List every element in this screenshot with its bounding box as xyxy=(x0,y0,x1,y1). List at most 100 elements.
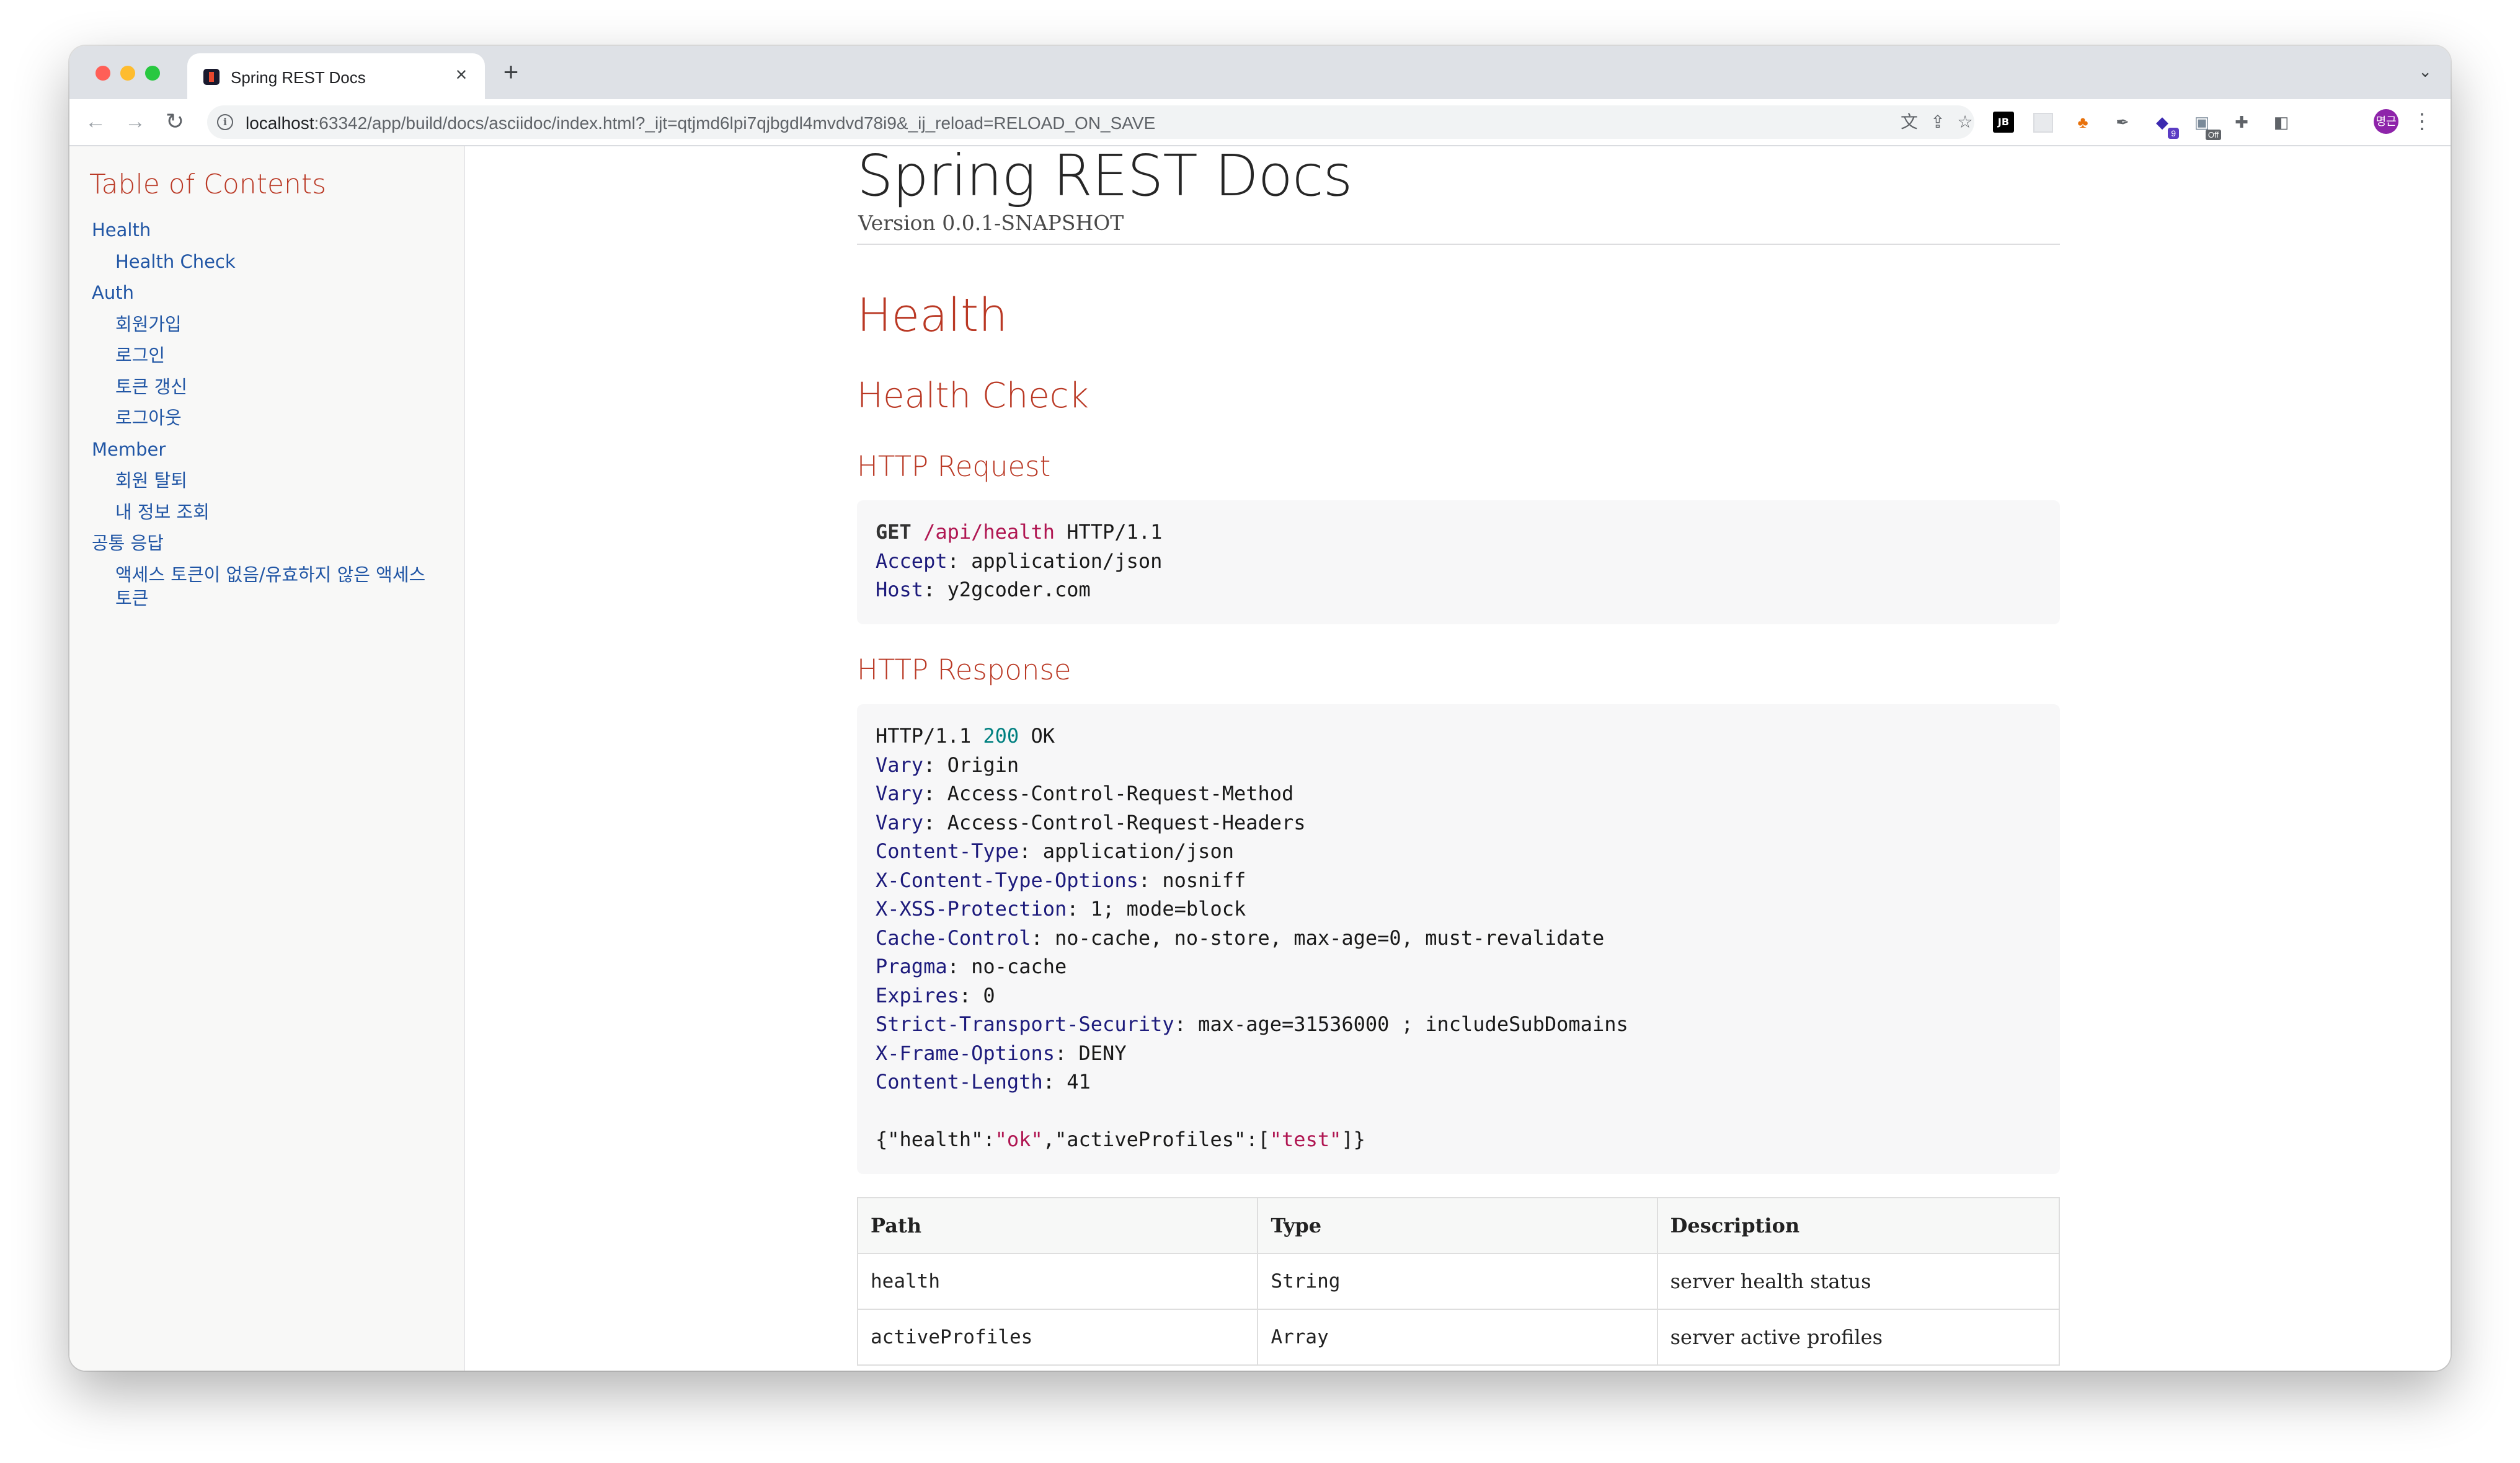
tab-search-chevron-icon[interactable]: ⌄ xyxy=(2418,62,2432,81)
request-path: /api/health xyxy=(923,520,1055,544)
tab-title: Spring REST Docs xyxy=(231,68,366,87)
toc-title: Table of Contents xyxy=(89,169,327,200)
profile-avatar[interactable]: 명근 xyxy=(2374,109,2398,134)
http-response-heading: HTTP Response xyxy=(857,653,1071,686)
toc-link-signup[interactable]: 회원가입 xyxy=(92,309,439,340)
toc-link-logout[interactable]: 로그아웃 xyxy=(92,402,439,434)
code-line: Expires: 0 xyxy=(876,983,995,1007)
color-picker-extension-icon[interactable]: ✒ xyxy=(2112,112,2133,133)
field-description: server active profiles xyxy=(1656,1309,2061,1366)
tab-spring-rest-docs[interactable]: Spring REST Docs × xyxy=(187,53,485,99)
code-line: Pragma: no-cache xyxy=(876,955,1067,978)
url-path: :63342/app/build/docs/asciidoc/index.htm… xyxy=(314,113,1156,133)
reload-icon[interactable]: ↻ xyxy=(162,109,187,134)
toggle-extension-icon[interactable]: ▣ Off xyxy=(2191,112,2221,140)
http-request-heading: HTTP Request xyxy=(857,450,1051,483)
toc-link-common-response[interactable]: 공통 응답 xyxy=(92,528,439,559)
toc-link-login[interactable]: 로그인 xyxy=(92,340,439,371)
close-window-button[interactable] xyxy=(95,66,110,81)
column-header-path: Path xyxy=(856,1197,1259,1254)
header-value: 0 xyxy=(983,983,995,1007)
bookmark-star-icon[interactable]: ☆ xyxy=(1954,112,1976,133)
jetbrains-extension-icon[interactable]: JB xyxy=(1993,112,2014,133)
header-value: no-cache, no-store, max-age=0, must-reva… xyxy=(1054,926,1605,950)
column-header-description: Description xyxy=(1656,1197,2061,1254)
toc-link-health[interactable]: Health xyxy=(92,214,439,246)
header-value: y2gcoder.com xyxy=(947,578,1091,601)
table-header-row: Path Type Description xyxy=(856,1197,2061,1254)
translate-icon[interactable]: 文 xyxy=(1899,112,1920,133)
maximize-window-button[interactable] xyxy=(145,66,160,81)
browser-window: Spring REST Docs × + ⌄ ← → ↻ i localhost… xyxy=(69,46,2451,1371)
subsection-heading-health-check: Health Check xyxy=(857,376,1089,416)
header-value: max-age=31536000 ; includeSubDomains xyxy=(1198,1012,1628,1036)
header-name: Pragma xyxy=(876,955,947,978)
code-line: Host: y2gcoder.com xyxy=(876,578,1091,601)
header-value: application/json xyxy=(971,549,1163,573)
site-info-icon[interactable]: i xyxy=(217,114,233,130)
code-line: X-Content-Type-Options: nosniff xyxy=(876,868,1246,892)
code-line: Accept: application/json xyxy=(876,549,1163,573)
body-fragment: ,"activeProfiles":[ xyxy=(1042,1128,1270,1151)
request-method: GET xyxy=(876,520,912,544)
code-line: HTTP/1.1 200 OK xyxy=(876,722,1628,751)
url-host: localhost xyxy=(246,113,314,133)
field-path: activeProfiles xyxy=(856,1309,1259,1366)
code-line: X-XSS-Protection: 1; mode=block xyxy=(876,897,1246,921)
header-name: Content-Length xyxy=(876,1070,1043,1094)
field-path: health xyxy=(856,1253,1259,1310)
header-name: Strict-Transport-Security xyxy=(876,1012,1174,1036)
request-protocol: HTTP/1.1 xyxy=(1067,520,1163,544)
share-icon[interactable]: ⇪ xyxy=(1927,112,1948,133)
toc-link-member[interactable]: Member xyxy=(92,434,439,466)
side-panel-icon[interactable]: ◧ xyxy=(2271,112,2292,133)
document-title: Spring REST Docs xyxy=(857,143,1352,209)
forward-arrow-icon[interactable]: → xyxy=(123,109,148,134)
toc-link-token-refresh[interactable]: 토큰 갱신 xyxy=(92,371,439,403)
page-content: Table of Contents Health Health Check Au… xyxy=(69,143,2451,1371)
response-status-code: 200 xyxy=(983,724,1019,748)
cube-extension-icon[interactable]: ◆ 9 xyxy=(2152,112,2179,139)
extension-count-badge: 9 xyxy=(2168,128,2179,139)
column-header-type: Type xyxy=(1257,1197,1658,1254)
header-name: Vary xyxy=(876,782,924,805)
extension-off-badge: Off xyxy=(2205,130,2221,140)
header-name: X-Frame-Options xyxy=(876,1041,1055,1065)
header-value: no-cache xyxy=(971,955,1067,978)
toc-link-invalid-access-token[interactable]: 액세스 토큰이 없음/유효하지 않은 액세스 토큰 xyxy=(92,559,439,610)
header-name: Vary xyxy=(876,810,924,834)
puzzle-extensions-icon[interactable]: ✚ xyxy=(2231,112,2252,133)
tab-close-icon[interactable]: × xyxy=(450,62,472,87)
minimize-window-button[interactable] xyxy=(120,66,135,81)
section-heading-health: Health xyxy=(857,289,1008,342)
response-body: {"health":"ok","activeProfiles":["test"]… xyxy=(876,1125,1628,1154)
http-request-code-block: GET /api/health HTTP/1.1 Accept: applica… xyxy=(857,500,2060,624)
sitemap-extension-icon[interactable]: ♣ xyxy=(2072,112,2093,133)
header-value: 41 xyxy=(1067,1070,1091,1094)
code-line: Vary: Origin xyxy=(876,753,1019,777)
field-description: server health status xyxy=(1656,1253,2061,1310)
address-bar[interactable]: i localhost:63342/app/build/docs/asciido… xyxy=(207,105,1974,139)
code-line: Strict-Transport-Security: max-age=31536… xyxy=(876,1012,1628,1036)
url-text[interactable]: localhost:63342/app/build/docs/asciidoc/… xyxy=(246,113,1155,133)
browser-toolbar: ← → ↻ i localhost:63342/app/build/docs/a… xyxy=(69,99,2451,146)
body-fragment: ]} xyxy=(1341,1128,1365,1151)
blank-extension-icon[interactable] xyxy=(2033,113,2053,133)
browser-menu-icon[interactable]: ⋮ xyxy=(2410,109,2434,134)
toc-link-auth[interactable]: Auth xyxy=(92,277,439,309)
back-arrow-icon[interactable]: ← xyxy=(83,109,108,134)
code-line: Cache-Control: no-cache, no-store, max-a… xyxy=(876,926,1605,950)
document-version: Version 0.0.1-SNAPSHOT xyxy=(858,211,1124,235)
new-tab-button[interactable]: + xyxy=(497,59,525,87)
header-name: Cache-Control xyxy=(876,926,1031,950)
toc-list: Health Health Check Auth 회원가입 로그인 토큰 갱신 … xyxy=(92,214,439,610)
toc-link-health-check[interactable]: Health Check xyxy=(92,246,439,278)
header-value: application/json xyxy=(1042,839,1234,863)
table-row: activeProfiles Array server active profi… xyxy=(856,1309,2061,1366)
toc-link-my-info[interactable]: 내 정보 조회 xyxy=(92,497,439,528)
header-name: Content-Type xyxy=(876,839,1019,863)
toc-link-withdraw[interactable]: 회원 탈퇴 xyxy=(92,465,439,497)
field-type: String xyxy=(1257,1253,1658,1310)
field-type: Array xyxy=(1257,1309,1658,1366)
code-line: Content-Type: application/json xyxy=(876,839,1234,863)
